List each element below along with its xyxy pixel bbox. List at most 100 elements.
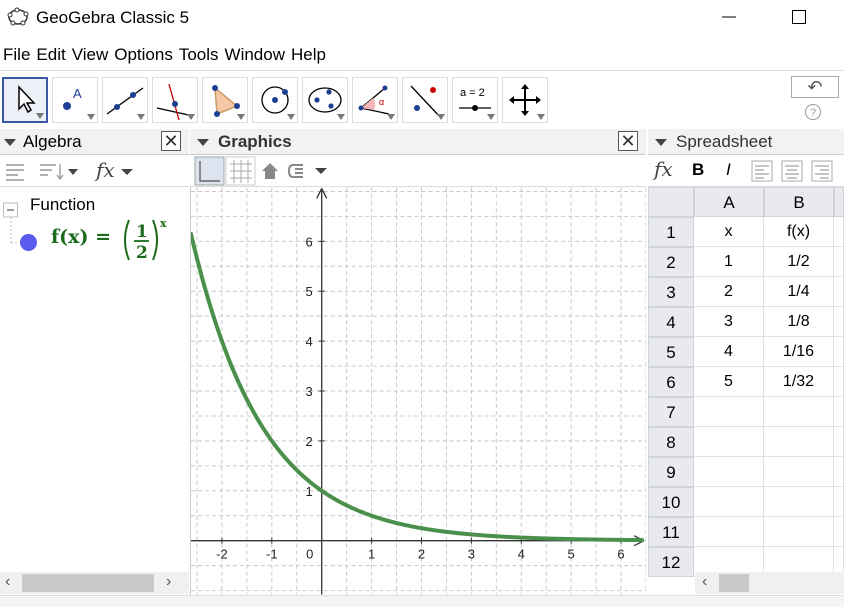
- spreadsheet-cell[interactable]: [694, 397, 764, 427]
- spreadsheet-cell[interactable]: [764, 457, 834, 487]
- spreadsheet-fx-button[interactable]: fx: [654, 157, 673, 181]
- spreadsheet-cell[interactable]: [694, 457, 764, 487]
- row-header[interactable]: 5: [648, 337, 694, 367]
- polygon-tool-button[interactable]: [202, 77, 248, 123]
- row-header[interactable]: 10: [648, 487, 694, 517]
- point-tool-button[interactable]: A: [52, 77, 98, 123]
- undo-button[interactable]: ↶: [791, 76, 839, 98]
- spreadsheet-cell[interactable]: [834, 457, 844, 487]
- spreadsheet-cell[interactable]: [694, 487, 764, 517]
- column-header-c[interactable]: [834, 187, 844, 217]
- spreadsheet-cell[interactable]: [694, 517, 764, 547]
- corner-cell[interactable]: [648, 187, 694, 217]
- spreadsheet-cell[interactable]: [834, 397, 844, 427]
- spreadsheet-cell[interactable]: [764, 397, 834, 427]
- row-header[interactable]: 9: [648, 457, 694, 487]
- spreadsheet-cell[interactable]: [764, 487, 834, 517]
- spreadsheet-cell[interactable]: [834, 517, 844, 547]
- spreadsheet-cell[interactable]: 1/16: [764, 337, 834, 367]
- menu-help[interactable]: Help: [288, 42, 329, 68]
- italic-button[interactable]: I: [726, 160, 731, 180]
- spreadsheet-cell[interactable]: 1: [694, 247, 764, 277]
- spreadsheet-cell[interactable]: [834, 367, 844, 397]
- column-header-a[interactable]: A: [694, 187, 764, 217]
- spreadsheet-cell[interactable]: 1/4: [764, 277, 834, 307]
- maximize-button[interactable]: [776, 2, 822, 32]
- row-header[interactable]: 3: [648, 277, 694, 307]
- graphics-collapse-icon[interactable]: [197, 139, 209, 146]
- row-header[interactable]: 4: [648, 307, 694, 337]
- row-header[interactable]: 2: [648, 247, 694, 277]
- spreadsheet-cell[interactable]: [764, 517, 834, 547]
- spreadsheet-cell[interactable]: [834, 217, 844, 247]
- menu-view[interactable]: View: [69, 42, 112, 68]
- line-tool-button[interactable]: [102, 77, 148, 123]
- spreadsheet-cell[interactable]: [834, 307, 844, 337]
- fraction-expression: 1 2 x: [124, 217, 167, 263]
- axes-grid-toggle-icons[interactable]: [194, 156, 256, 186]
- help-icon[interactable]: ?: [805, 104, 821, 120]
- algebra-fx-button[interactable]: fx: [96, 158, 115, 182]
- spreadsheet-cell[interactable]: 3: [694, 307, 764, 337]
- spreadsheet-cell[interactable]: x: [694, 217, 764, 247]
- algebra-horizontal-scrollbar[interactable]: ‹ ›: [0, 572, 189, 594]
- spreadsheet-cell[interactable]: 1/8: [764, 307, 834, 337]
- minimize-button[interactable]: [706, 2, 752, 32]
- move-tool-button[interactable]: [2, 77, 48, 123]
- graphics-close-icon[interactable]: ✕: [618, 131, 638, 151]
- algebra-close-icon[interactable]: ✕: [161, 131, 181, 151]
- angle-tool-button[interactable]: α: [352, 77, 398, 123]
- row-header[interactable]: 1: [648, 217, 694, 247]
- perpendicular-tool-button[interactable]: [152, 77, 198, 123]
- move-graphics-tool-button[interactable]: [502, 77, 548, 123]
- menu-tools[interactable]: Tools: [176, 42, 222, 68]
- spreadsheet-cell[interactable]: [834, 487, 844, 517]
- spreadsheet-cell[interactable]: [694, 427, 764, 457]
- spreadsheet-cell[interactable]: 1/2: [764, 247, 834, 277]
- ellipse-tool-button[interactable]: [302, 77, 348, 123]
- sheet-scroll-left-icon[interactable]: ‹: [702, 573, 707, 591]
- spreadsheet-cell[interactable]: 1/32: [764, 367, 834, 397]
- row-header[interactable]: 12: [648, 547, 694, 577]
- spreadsheet-cell[interactable]: [764, 427, 834, 457]
- spreadsheet-cell[interactable]: 4: [694, 337, 764, 367]
- input-bar[interactable]: [0, 595, 844, 607]
- menu-options[interactable]: Options: [111, 42, 176, 68]
- home-icon[interactable]: [260, 161, 280, 181]
- sheet-scroll-thumb[interactable]: [719, 574, 749, 592]
- bold-button[interactable]: B: [692, 160, 704, 180]
- reflect-tool-button[interactable]: [402, 77, 448, 123]
- row-header[interactable]: 11: [648, 517, 694, 547]
- spreadsheet-collapse-icon[interactable]: [655, 139, 667, 146]
- graphics-view[interactable]: -2 -1 0 1 2 3 4 5 6 1 2 3 4 5 6: [190, 187, 646, 595]
- row-header[interactable]: 8: [648, 427, 694, 457]
- fx-dropdown-icon[interactable]: [120, 168, 134, 176]
- row-header[interactable]: 7: [648, 397, 694, 427]
- sort-by-icon[interactable]: [38, 160, 82, 182]
- menu-edit[interactable]: Edit: [33, 42, 68, 68]
- algebra-collapse-icon[interactable]: [4, 139, 16, 146]
- menu-file[interactable]: File: [0, 42, 33, 68]
- spreadsheet-cell[interactable]: 5: [694, 367, 764, 397]
- function-definition[interactable]: f(x) = 1 2 x: [51, 217, 167, 263]
- spreadsheet-cell[interactable]: f(x): [764, 217, 834, 247]
- slider-tool-button[interactable]: a = 2: [452, 77, 498, 123]
- spreadsheet-cell[interactable]: [834, 427, 844, 457]
- alignment-icons[interactable]: [751, 160, 843, 182]
- spreadsheet-cell[interactable]: 2: [694, 277, 764, 307]
- spreadsheet-cell[interactable]: [834, 337, 844, 367]
- description-mode-icon[interactable]: [4, 160, 26, 182]
- row-header[interactable]: 6: [648, 367, 694, 397]
- visibility-toggle[interactable]: [20, 234, 37, 251]
- scroll-right-icon[interactable]: ›: [166, 573, 171, 591]
- scroll-thumb[interactable]: [22, 574, 154, 592]
- spreadsheet-cell[interactable]: [834, 247, 844, 277]
- point-capturing-icon[interactable]: [287, 161, 331, 181]
- circle-tool-button[interactable]: [252, 77, 298, 123]
- column-header-b[interactable]: B: [764, 187, 834, 217]
- scroll-left-icon[interactable]: ‹: [5, 573, 10, 591]
- menu-window[interactable]: Window: [222, 42, 288, 68]
- spreadsheet-cell[interactable]: [834, 277, 844, 307]
- spreadsheet-horizontal-scrollbar[interactable]: ‹: [695, 572, 844, 594]
- function-curve[interactable]: [191, 231, 645, 543]
